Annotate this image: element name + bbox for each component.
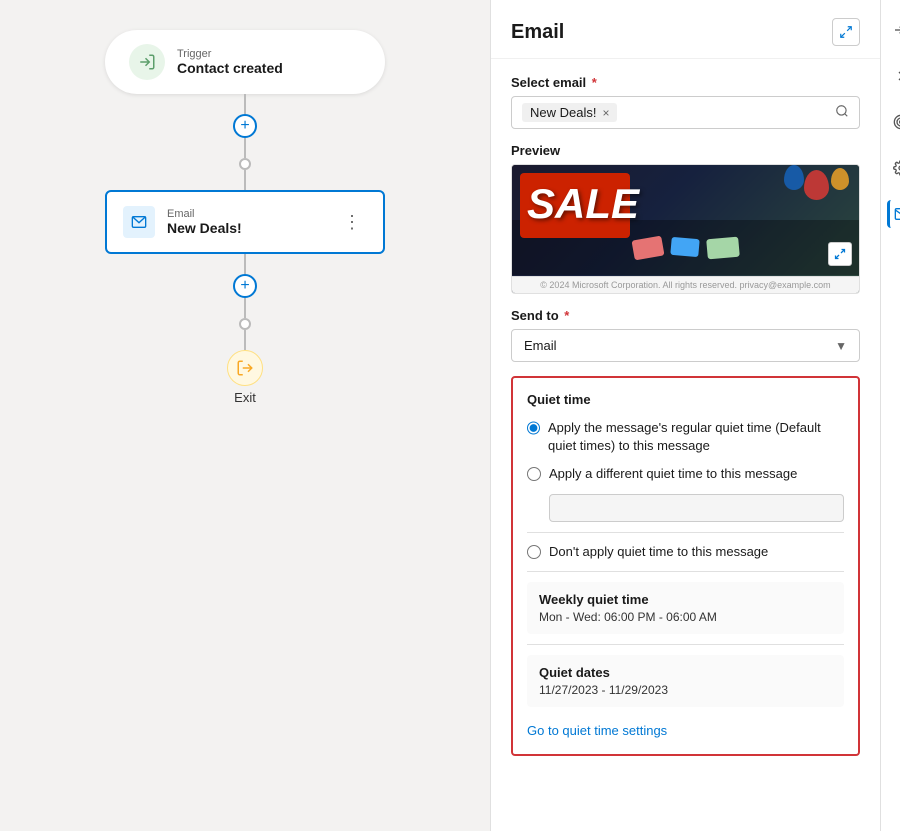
sale-banner: SALE	[512, 165, 859, 293]
quiet-dates-value: 11/27/2023 - 11/29/2023	[539, 683, 832, 697]
connector-1: +	[233, 94, 257, 190]
sidebar-settings-icon[interactable]	[887, 154, 900, 182]
preview-expand-button[interactable]	[828, 242, 852, 266]
product-icons	[633, 238, 739, 258]
shoe-2	[670, 236, 699, 256]
sidebar-email-icon[interactable]	[887, 200, 900, 228]
select-email-label: Select email *	[511, 75, 860, 90]
quiet-time-radio-label-3: Don't apply quiet time to this message	[549, 543, 768, 561]
send-to-label: Send to *	[511, 308, 860, 323]
action-text: Email New Deals!	[167, 208, 325, 236]
action-title: New Deals!	[167, 220, 325, 236]
quiet-time-radio-2: Apply a different quiet time to this mes…	[527, 465, 844, 483]
preview-label: Preview	[511, 143, 860, 158]
quiet-time-title: Quiet time	[527, 392, 844, 407]
email-tag: New Deals! ×	[522, 103, 617, 122]
preview-container: SALE	[511, 164, 860, 294]
required-star-email: *	[588, 75, 597, 90]
connector-line-top	[244, 94, 246, 114]
connector-line-4	[244, 298, 246, 318]
send-to-dropdown[interactable]: Email ▼	[511, 329, 860, 362]
connector-2: +	[233, 254, 257, 350]
sidebar-login-icon[interactable]	[887, 16, 900, 44]
quiet-time-divider-2	[527, 571, 844, 572]
quiet-time-radio-input-1[interactable]	[527, 421, 540, 435]
expand-panel-button[interactable]	[832, 18, 860, 46]
shoe-1	[631, 235, 664, 260]
connector-line-5	[244, 330, 246, 350]
sidebar-icon-panel	[880, 0, 900, 831]
quiet-time-radio-input-3[interactable]	[527, 545, 541, 559]
sidebar-target-icon[interactable]	[887, 108, 900, 136]
add-step-button-2[interactable]: +	[233, 274, 257, 298]
email-config-panel: Email Select email * New Deals! ×	[490, 0, 880, 831]
panel-body: Select email * New Deals! × Preview	[491, 59, 880, 811]
exit-icon	[227, 350, 263, 386]
connector-line-3	[244, 254, 246, 274]
trigger-icon	[129, 44, 165, 80]
quiet-time-radio-input-2[interactable]	[527, 467, 541, 481]
preview-image: SALE	[511, 164, 860, 294]
email-search-button[interactable]	[835, 104, 849, 121]
quiet-time-custom-input[interactable]	[549, 494, 844, 522]
select-email-field-group: Select email * New Deals! ×	[511, 75, 860, 129]
quiet-dates-title: Quiet dates	[539, 665, 832, 680]
trigger-node: Trigger Contact created	[105, 30, 385, 94]
panel-header: Email	[491, 0, 880, 59]
quiet-time-settings-link[interactable]: Go to quiet time settings	[527, 723, 667, 738]
email-action-icon	[123, 206, 155, 238]
quiet-time-divider	[527, 532, 844, 533]
quiet-time-radio-label-1: Apply the message's regular quiet time (…	[548, 419, 844, 455]
weekly-quiet-time-title: Weekly quiet time	[539, 592, 832, 607]
connector-line-bottom	[244, 138, 246, 158]
balloon-2	[784, 165, 804, 190]
dropdown-arrow-icon: ▼	[835, 339, 847, 353]
add-step-button-1[interactable]: +	[233, 114, 257, 138]
exit-node: Exit	[227, 350, 263, 405]
sale-text: SALE	[527, 180, 639, 228]
quiet-dates-divider	[527, 644, 844, 645]
action-menu-button[interactable]: ⋮	[337, 210, 367, 235]
email-tag-close-button[interactable]: ×	[602, 106, 609, 120]
connector-circle-1	[239, 158, 251, 170]
workflow-canvas: Trigger Contact created + Email New Deal…	[0, 0, 490, 831]
sidebar-arrow-icon[interactable]	[887, 62, 900, 90]
quiet-time-section: Quiet time Apply the message's regular q…	[511, 376, 860, 756]
action-label: Email	[167, 208, 325, 220]
preview-footer: © 2024 Microsoft Corporation. All rights…	[512, 276, 859, 293]
balloon-3	[831, 168, 849, 190]
quiet-time-radio-3: Don't apply quiet time to this message	[527, 543, 844, 561]
send-to-section: Send to * Email ▼	[511, 308, 860, 362]
connector-circle-2	[239, 318, 251, 330]
send-to-value: Email	[524, 338, 557, 353]
required-star-send: *	[561, 308, 570, 323]
weekly-quiet-time-block: Weekly quiet time Mon - Wed: 06:00 PM - …	[527, 582, 844, 634]
exit-label: Exit	[234, 390, 256, 405]
preview-section: Preview SALE	[511, 143, 860, 294]
connector-line-bottom2	[244, 170, 246, 190]
trigger-title: Contact created	[177, 60, 283, 76]
trigger-label: Trigger	[177, 48, 283, 60]
quiet-dates-block: Quiet dates 11/27/2023 - 11/29/2023	[527, 655, 844, 707]
email-tag-text: New Deals!	[530, 105, 596, 120]
trigger-text: Trigger Contact created	[177, 48, 283, 76]
weekly-quiet-time-value: Mon - Wed: 06:00 PM - 06:00 AM	[539, 610, 832, 624]
shoe-3	[706, 236, 740, 259]
email-action-node[interactable]: Email New Deals! ⋮	[105, 190, 385, 254]
quiet-time-radio-1: Apply the message's regular quiet time (…	[527, 419, 844, 455]
select-email-input[interactable]: New Deals! ×	[511, 96, 860, 129]
panel-title: Email	[511, 21, 564, 44]
balloon-1	[804, 170, 829, 200]
quiet-time-radio-label-2: Apply a different quiet time to this mes…	[549, 465, 797, 483]
